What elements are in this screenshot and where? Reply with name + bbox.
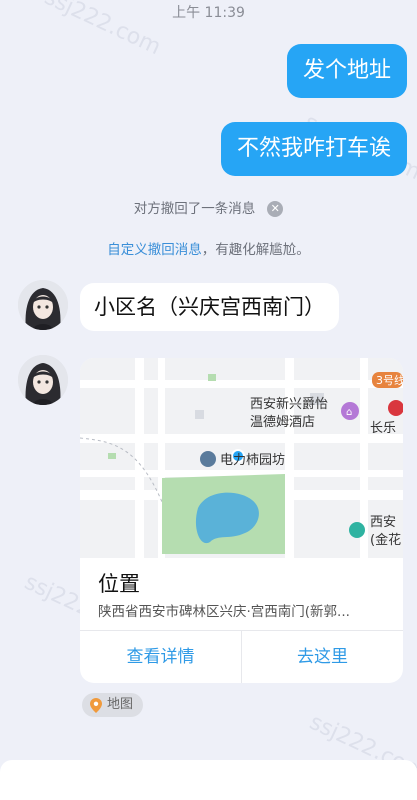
garden-label: 电力柿园坊 (220, 452, 285, 468)
location-pin-icon (90, 697, 102, 713)
avatar-image (18, 280, 68, 330)
svg-text:⌂: ⌂ (346, 407, 352, 418)
outgoing-message-bubble[interactable]: 发个地址 (286, 44, 407, 98)
map-graphic: 3号线 ⌂ 西安新兴爵怡 温德姆酒店 长乐 电力柿园坊 西安 (金花 (80, 358, 403, 558)
recall-notice: 对方撤回了一条消息 ✕ (0, 197, 417, 217)
location-card[interactable]: 3号线 ⌂ 西安新兴爵怡 温德姆酒店 长乐 电力柿园坊 西安 (金花 位置 陕西… (80, 358, 403, 683)
view-details-button[interactable]: 查看详情 (80, 631, 241, 683)
location-actions: 查看详情 去这里 (80, 630, 403, 683)
changle-label: 长乐 (370, 421, 396, 436)
custom-recall-link[interactable]: 自定义撤回消息 (107, 242, 202, 258)
bottom-panel (0, 760, 417, 800)
contact-avatar[interactable] (18, 355, 68, 405)
outgoing-message-bubble[interactable]: 不然我咋打车诶 (220, 122, 407, 176)
contact-avatar[interactable] (18, 280, 68, 330)
map-tag-label: 地图 (107, 697, 134, 712)
incoming-message-bubble[interactable]: 小区名（兴庆宫西南门） (80, 283, 339, 331)
recall-notice-text: 对方撤回了一条消息 (133, 201, 256, 217)
message-text: 小区名（兴庆宫西南门） (94, 295, 325, 319)
avatar-image (18, 355, 68, 405)
navigate-here-button[interactable]: 去这里 (241, 631, 403, 683)
location-address: 陕西省西安市碑林区兴庆·宫西南门(新郭... (98, 604, 350, 620)
map-preview[interactable]: 3号线 ⌂ 西安新兴爵怡 温德姆酒店 长乐 电力柿园坊 西安 (金花 (80, 358, 403, 558)
message-timestamp: 上午 11:39 (172, 5, 245, 21)
message-text: 不然我咋打车诶 (236, 136, 391, 161)
xian-label-line1: 西安 (370, 515, 396, 530)
hotel-label-line2: 温德姆酒店 (250, 415, 315, 430)
message-text: 发个地址 (302, 58, 391, 83)
map-source-tag[interactable]: 地图 (82, 693, 144, 717)
close-icon[interactable]: ✕ (267, 201, 284, 217)
location-title: 位置 (98, 572, 140, 596)
metro-label: 3号线 (376, 373, 403, 387)
custom-recall-hint: 自定义撤回消息，有趣化解尴尬。 (0, 238, 417, 258)
xian-label-line2: (金花 (370, 532, 401, 548)
custom-recall-hint-text: ，有趣化解尴尬。 (201, 242, 310, 258)
hotel-label-line1: 西安新兴爵怡 (250, 396, 328, 412)
